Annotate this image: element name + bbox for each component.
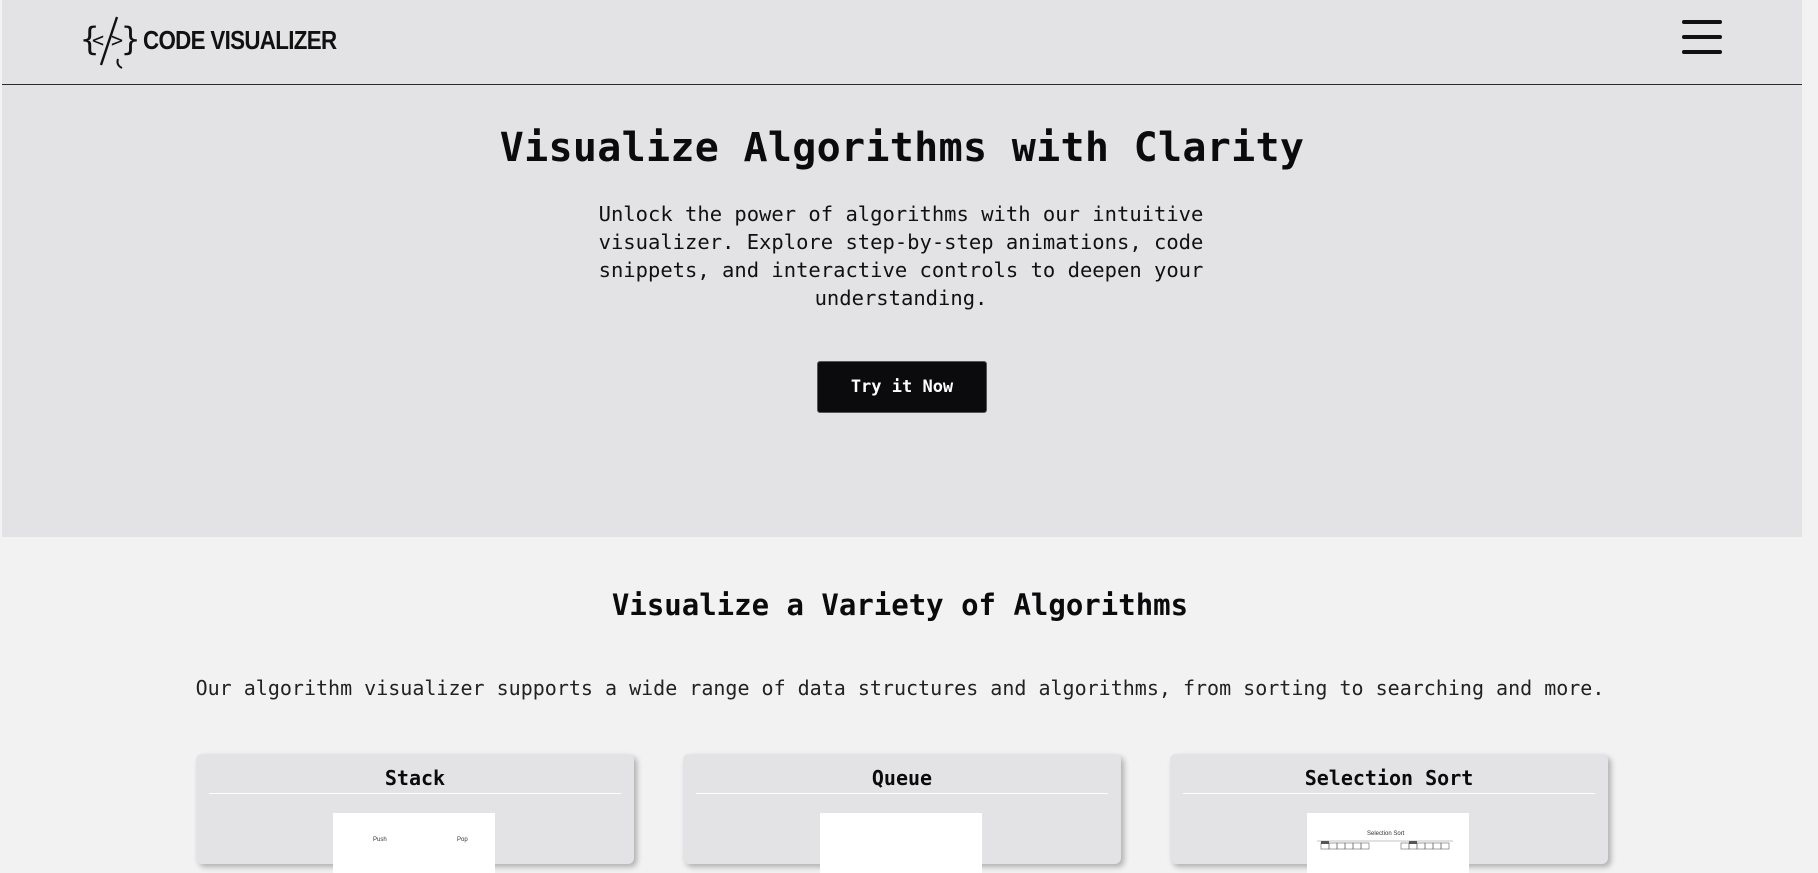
hamburger-menu-icon[interactable] bbox=[1682, 20, 1722, 54]
card-divider bbox=[209, 793, 621, 794]
card-title: Queue bbox=[871, 766, 933, 790]
hamburger-line bbox=[1682, 50, 1722, 54]
card-selection-sort[interactable]: Selection Sort Selection Sort bbox=[1170, 754, 1608, 873]
card-title: Selection Sort bbox=[1304, 766, 1474, 790]
hero-section: Visualize Algorithms with Clarity Unlock… bbox=[2, 85, 1802, 537]
svg-text:<: < bbox=[92, 28, 104, 52]
queue-thumbnail bbox=[820, 813, 982, 873]
code-brackets-icon: { < > } bbox=[80, 16, 140, 69]
features-title: Visualize a Variety of Algorithms bbox=[611, 588, 1189, 622]
stack-thumbnail: Push Pop bbox=[333, 813, 495, 873]
selection-sort-thumbnail: Selection Sort bbox=[1307, 813, 1469, 873]
card-queue[interactable]: Queue bbox=[683, 754, 1121, 873]
svg-text:}: } bbox=[121, 20, 140, 58]
thumb-label-selection-sort: Selection Sort bbox=[1367, 831, 1405, 837]
hero-title: Visualize Algorithms with Clarity bbox=[499, 125, 1305, 171]
thumb-label-pop: Pop bbox=[457, 837, 468, 843]
card-divider bbox=[696, 793, 1108, 794]
card-title: Stack bbox=[384, 766, 446, 790]
hamburger-line bbox=[1682, 35, 1722, 39]
try-it-now-button[interactable]: Try it Now bbox=[817, 361, 987, 413]
hero-subtitle: Unlock the power of algorithms with our … bbox=[598, 202, 1204, 310]
navbar: { < > } CODE VISUALIZER bbox=[2, 0, 1802, 85]
logo-text: CODE VISUALIZER bbox=[143, 25, 337, 55]
hamburger-line bbox=[1682, 20, 1722, 24]
logo[interactable]: { < > } CODE VISUALIZER bbox=[80, 13, 368, 69]
card-divider bbox=[1183, 793, 1595, 794]
features-subtitle: Our algorithm visualizer supports a wide… bbox=[195, 676, 1605, 700]
array-cells-graphic bbox=[1317, 840, 1453, 850]
thumb-label-push: Push bbox=[373, 837, 387, 843]
card-stack[interactable]: Stack Push Pop bbox=[196, 754, 634, 873]
